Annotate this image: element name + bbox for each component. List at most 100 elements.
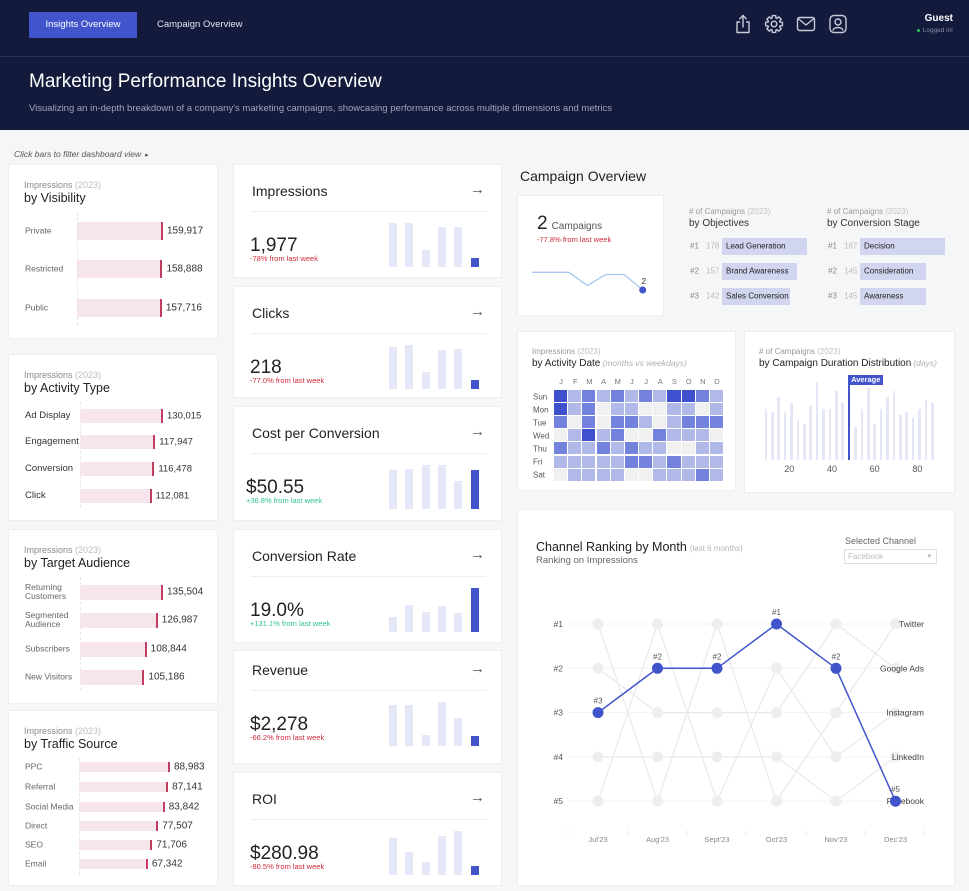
kpi-bar-week[interactable] (421, 861, 430, 875)
series-point-google-ads[interactable] (592, 662, 604, 674)
kpi-card-roi[interactable]: ROI → $280.98 -80.5% from last week (234, 773, 501, 885)
heatmap-cell[interactable] (653, 468, 667, 481)
heatmap-cell[interactable] (653, 416, 667, 429)
heatmap-cell[interactable] (554, 468, 568, 481)
histogram-bar[interactable] (866, 388, 870, 460)
heatmap-cell[interactable] (667, 468, 681, 481)
kpi-bar-week[interactable] (454, 227, 463, 267)
heatmap-cell[interactable] (667, 416, 681, 429)
bar-conversion[interactable] (80, 462, 155, 476)
heatmap-cell[interactable] (610, 455, 624, 468)
kpi-bar-week[interactable] (389, 223, 397, 267)
user-icon[interactable] (828, 14, 848, 34)
histogram-bar[interactable] (873, 424, 876, 460)
kpi-card-cost-per-conversion[interactable]: Cost per Conversion → $50.55 +36.8% from la… (234, 407, 501, 520)
heatmap-cell[interactable] (610, 390, 624, 403)
kpi-bar-week[interactable] (389, 837, 397, 875)
histogram-bar[interactable] (764, 409, 768, 460)
kpi-bar-current-week[interactable] (470, 866, 479, 875)
heatmap-cell[interactable] (568, 468, 582, 481)
highlight-point[interactable] (890, 795, 901, 807)
heatmap-cell[interactable] (653, 390, 667, 403)
kpi-bar-week[interactable] (421, 371, 430, 389)
kpi-bar-week[interactable] (389, 346, 397, 389)
histogram-bar[interactable] (860, 409, 864, 460)
heatmap-cell[interactable] (554, 429, 568, 442)
histogram-bar[interactable] (809, 406, 812, 460)
histogram-bar[interactable] (892, 391, 896, 460)
series-point-instagram[interactable] (592, 795, 604, 807)
histogram-bar[interactable] (918, 409, 921, 460)
series-point-twitter[interactable] (771, 795, 782, 807)
histogram-bar[interactable] (899, 415, 902, 460)
mail-icon[interactable] (796, 14, 816, 34)
kpi-bar-week[interactable] (405, 604, 414, 632)
kpi-bar-week[interactable] (454, 717, 463, 746)
kpi-bar-current-week[interactable] (470, 470, 479, 509)
bar-email[interactable] (79, 859, 148, 869)
heatmap-cell[interactable] (624, 416, 638, 429)
kpi-card-conversion-rate[interactable]: Conversion Rate → 19.0% +131.1% from last w… (234, 530, 501, 642)
rank-bar-awareness[interactable]: Awareness (860, 287, 926, 305)
kpi-bar-week[interactable] (389, 470, 397, 509)
series-point-instagram[interactable] (711, 795, 723, 807)
highlight-point[interactable] (711, 662, 723, 674)
series-point-twitter[interactable] (592, 618, 604, 630)
series-point-instagram[interactable] (830, 751, 842, 763)
series-point-linkedin[interactable] (771, 751, 782, 763)
highlight-point[interactable] (830, 662, 842, 674)
kpi-bar-week[interactable] (454, 348, 463, 389)
heatmap-cell[interactable] (568, 416, 582, 429)
kpi-bar-week[interactable] (405, 705, 414, 746)
heatmap-cell[interactable] (681, 416, 695, 429)
heatmap-cell[interactable] (681, 390, 695, 403)
kpi-bar-current-week[interactable] (470, 379, 479, 389)
histogram-bar[interactable] (783, 412, 787, 460)
heatmap-cell[interactable] (709, 468, 724, 481)
histogram-bar[interactable] (905, 412, 909, 460)
heatmap-cell[interactable] (596, 429, 610, 442)
series-point-google-ads[interactable] (771, 707, 782, 719)
heatmap-cell[interactable] (624, 442, 638, 455)
heatmap-cell[interactable] (639, 390, 653, 403)
bar-engagement[interactable] (80, 435, 156, 449)
heatmap-cell[interactable] (653, 455, 667, 468)
heatmap-cell[interactable] (568, 429, 582, 442)
heatmap-cell[interactable] (624, 429, 638, 442)
heatmap-cell[interactable] (681, 442, 695, 455)
heatmap-cell[interactable] (624, 403, 638, 416)
series-point-twitter[interactable] (830, 707, 842, 719)
histogram-bar[interactable] (822, 409, 825, 460)
bar-private[interactable] (77, 222, 163, 240)
heatmap-cell[interactable] (709, 416, 724, 429)
series-point-linkedin[interactable] (592, 751, 604, 763)
heatmap-cell[interactable] (568, 442, 582, 455)
series-point-instagram[interactable] (771, 662, 782, 674)
heatmap-cell[interactable] (582, 390, 596, 403)
heatmap-cell[interactable] (639, 429, 653, 442)
kpi-bar-week[interactable] (389, 705, 397, 746)
heatmap-cell[interactable] (695, 416, 709, 429)
heatmap-cell[interactable] (653, 429, 667, 442)
arrow-right-icon[interactable]: → (470, 181, 485, 198)
heatmap-cell[interactable] (667, 455, 681, 468)
heatmap-cell[interactable] (695, 390, 709, 403)
heatmap-cell[interactable] (709, 403, 724, 416)
arrow-right-icon[interactable]: → (470, 303, 485, 320)
kpi-bar-week[interactable] (454, 613, 463, 632)
series-point-google-ads[interactable] (711, 707, 723, 719)
heatmap-cell[interactable] (554, 416, 568, 429)
kpi-bar-week[interactable] (437, 605, 446, 632)
heatmap-cell[interactable] (709, 442, 724, 455)
gear-icon[interactable] (764, 14, 784, 34)
series-point-google-ads[interactable] (830, 618, 842, 630)
kpi-bar-week[interactable] (421, 734, 430, 746)
heatmap-cell[interactable] (695, 455, 709, 468)
heatmap-cell[interactable] (596, 468, 610, 481)
highlight-point[interactable] (652, 662, 663, 674)
kpi-bar-week[interactable] (421, 465, 430, 509)
histogram-bar[interactable] (879, 409, 883, 460)
heatmap-cell[interactable] (568, 390, 582, 403)
histogram-bar[interactable] (815, 382, 819, 460)
heatmap-cell[interactable] (568, 403, 582, 416)
